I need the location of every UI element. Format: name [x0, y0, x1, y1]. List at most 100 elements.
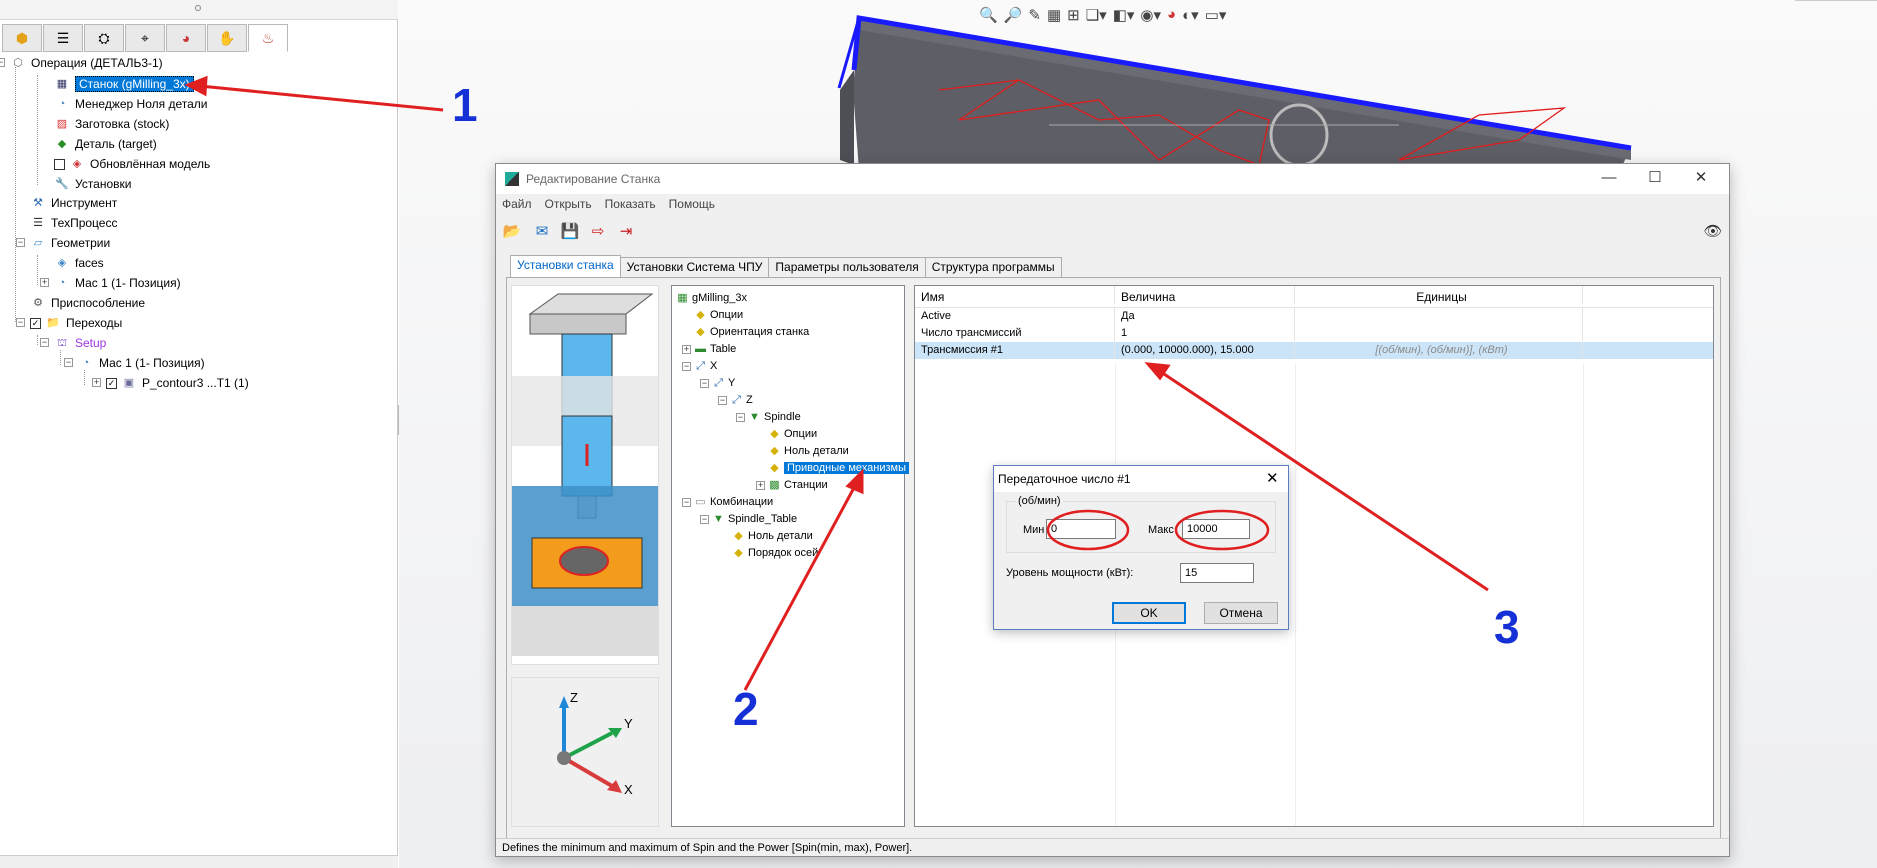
tab-property-manager[interactable]: ☰ [43, 24, 83, 52]
max-input[interactable]: 10000 [1182, 519, 1250, 539]
tab-machine-settings[interactable]: Установки станка [510, 255, 621, 277]
tree-item[interactable]: 🔧 Установки [54, 175, 131, 193]
machine-tree-item[interactable]: ◆ Опции [694, 307, 743, 323]
machine-tree-expander[interactable]: + [682, 345, 691, 354]
min-input[interactable]: 0 [1046, 519, 1116, 539]
tree-item[interactable]: ◈ faces [54, 254, 104, 272]
tree-expander[interactable]: − [16, 238, 25, 247]
scenes-icon[interactable]: ◐▾ [1182, 6, 1199, 24]
save-as-icon[interactable]: ⇨ [586, 220, 610, 242]
tree-expander[interactable]: + [92, 378, 101, 387]
grid-row[interactable]: Active Да [915, 308, 1713, 325]
tree-item[interactable]: ▨ Заготовка (stock) [54, 115, 170, 133]
minimize-button[interactable]: — [1586, 167, 1632, 191]
menu-help[interactable]: Помощь [669, 197, 715, 211]
machine-tree-item[interactable]: ▩ Станции [768, 477, 827, 493]
machine-tree-item[interactable]: ⤢ Z [730, 392, 753, 408]
machine-tree-item[interactable]: ◆ Опции [768, 426, 817, 442]
cancel-button[interactable]: Отмена [1204, 602, 1278, 624]
tree-item[interactable]: ✓ 📁 Переходы [30, 314, 122, 332]
machine-tree-item[interactable]: ◆ Ноль детали [768, 443, 849, 459]
machine-tree-expander[interactable]: − [700, 515, 709, 524]
eye-icon[interactable]: 👁 [1701, 220, 1725, 242]
view-settings-icon[interactable]: ▭▾ [1205, 6, 1227, 24]
sub-close-button[interactable]: ✕ [1266, 469, 1279, 487]
tab-cam-tree[interactable]: ✋ [207, 24, 247, 52]
edit-appearance-icon[interactable]: ◕ [1167, 6, 1176, 24]
tree-item[interactable]: ⚙ Приспособление [30, 294, 145, 312]
power-input[interactable]: 15 [1180, 563, 1254, 583]
tree-item[interactable]: ◈ Обновлённая модель [54, 155, 210, 173]
tree-item[interactable]: ▱ Геометрии [30, 234, 110, 252]
machine-tree-item[interactable]: ⤢ Y [712, 375, 735, 391]
tab-feature-tree[interactable]: ⬢ [2, 24, 42, 52]
machine-tree-item[interactable]: ◆ Порядок осей [732, 545, 818, 561]
display-style-icon[interactable]: ◧▾ [1113, 6, 1135, 24]
tree-item[interactable]: ◔ Менеджер Ноля детали [54, 95, 208, 113]
machine-tree-item[interactable]: ◆ Ориентация станка [694, 324, 809, 340]
machine-tree-item[interactable]: ▬ Table [694, 341, 736, 357]
machine-tree-label: Ноль детали [784, 445, 849, 457]
maximize-button[interactable]: ☐ [1632, 167, 1678, 191]
collapse-handle[interactable] [195, 5, 201, 11]
grid-row[interactable]: Трансмиссия #1 (0.000, 10000.000), 15.000… [915, 342, 1713, 359]
tab-display[interactable]: ◕ [166, 24, 206, 52]
machine-tree-expander[interactable]: + [756, 481, 765, 490]
export-icon[interactable]: ⇥ [614, 220, 638, 242]
machine-tree-item[interactable]: ▼ Spindle [748, 409, 801, 425]
machine-tree-expander[interactable]: − [700, 379, 709, 388]
machine-tree-item[interactable]: ▭ Комбинации [694, 494, 773, 510]
tree-expander[interactable]: − [40, 338, 49, 347]
save-icon[interactable]: 💾 [558, 220, 582, 242]
tab-program-structure[interactable]: Структура программы [924, 257, 1062, 277]
menu-bar: Файл Открыть Показать Помощь [502, 197, 715, 211]
menu-file[interactable]: Файл [502, 197, 532, 211]
tree-item[interactable]: ⬡ Операция (ДЕТАЛЬ3-1) [10, 54, 163, 72]
hide-show-icon[interactable]: ◉▾ [1140, 6, 1161, 24]
header-name: Имя [915, 286, 1115, 304]
machine-tree-item[interactable]: ▦ gMilling_3x [676, 290, 747, 306]
tree-item[interactable]: ◔ Мас 1 (1- Позиция) [78, 354, 205, 372]
close-button[interactable]: ✕ [1678, 167, 1724, 191]
tree-item[interactable]: ✓ ▣ P_contour3 ...T1 (1) [106, 374, 249, 392]
tree-expander[interactable]: + [40, 278, 49, 287]
tree-checkbox[interactable]: ✓ [106, 377, 117, 389]
tab-configuration[interactable]: ⛭ [84, 24, 124, 52]
tree-item[interactable]: ⚒ Инструмент [30, 194, 117, 212]
tree-expander[interactable]: − [0, 58, 5, 67]
tab-sprutcam[interactable]: ♨ [248, 24, 288, 52]
import-icon[interactable]: ✉ [530, 220, 554, 242]
zero-manager-icon: ◔ [58, 97, 66, 110]
tree-item[interactable]: ☰ ТехПроцесс [30, 214, 117, 232]
zoom-area-icon[interactable]: 🔎 [1004, 6, 1023, 24]
ok-button[interactable]: OK [1112, 602, 1186, 624]
tree-checkbox[interactable] [54, 158, 65, 170]
section-view-icon[interactable]: ▦ [1047, 6, 1061, 24]
machine-tree-item[interactable]: ⤢ X [694, 358, 717, 374]
tab-dimxpert[interactable]: ⌖ [125, 24, 165, 52]
previous-view-icon[interactable]: ✎ [1028, 6, 1041, 24]
machine-tree-expander[interactable]: − [682, 362, 691, 371]
tree-item[interactable]: ⛫ Setup [54, 334, 106, 352]
machine-tree-expander[interactable]: − [718, 396, 727, 405]
menu-view[interactable]: Показать [605, 197, 656, 211]
machine-tree-item[interactable]: ◆ Приводные механизмы [768, 460, 910, 476]
dynamic-annotation-icon[interactable]: ⊞ [1067, 6, 1080, 24]
tree-item[interactable]: ◆ Деталь (target) [54, 135, 157, 153]
tree-item[interactable]: ◔ Мас 1 (1- Позиция) [54, 274, 181, 292]
tab-cnc-settings[interactable]: Установки Система ЧПУ [619, 257, 770, 277]
zoom-to-fit-icon[interactable]: 🔍 [979, 6, 998, 24]
view-orientation-icon[interactable]: ❑▾ [1086, 6, 1107, 24]
tree-expander[interactable]: − [16, 318, 25, 327]
tree-expander[interactable]: − [64, 358, 73, 367]
menu-open[interactable]: Открыть [545, 197, 592, 211]
tree-item[interactable]: ▦ Станок (gMilling_3x) [54, 75, 194, 93]
tree-checkbox[interactable]: ✓ [30, 317, 41, 329]
open-machine-icon[interactable]: 📂 [500, 220, 524, 242]
machine-tree-expander[interactable]: − [682, 498, 691, 507]
machine-tree-item[interactable]: ◆ Ноль детали [732, 528, 813, 544]
machine-tree-item[interactable]: ▼ Spindle_Table [712, 511, 797, 527]
machine-tree-expander[interactable]: − [736, 413, 745, 422]
tab-user-params[interactable]: Параметры пользователя [768, 257, 926, 277]
grid-row[interactable]: Число трансмиссий 1 [915, 325, 1713, 342]
